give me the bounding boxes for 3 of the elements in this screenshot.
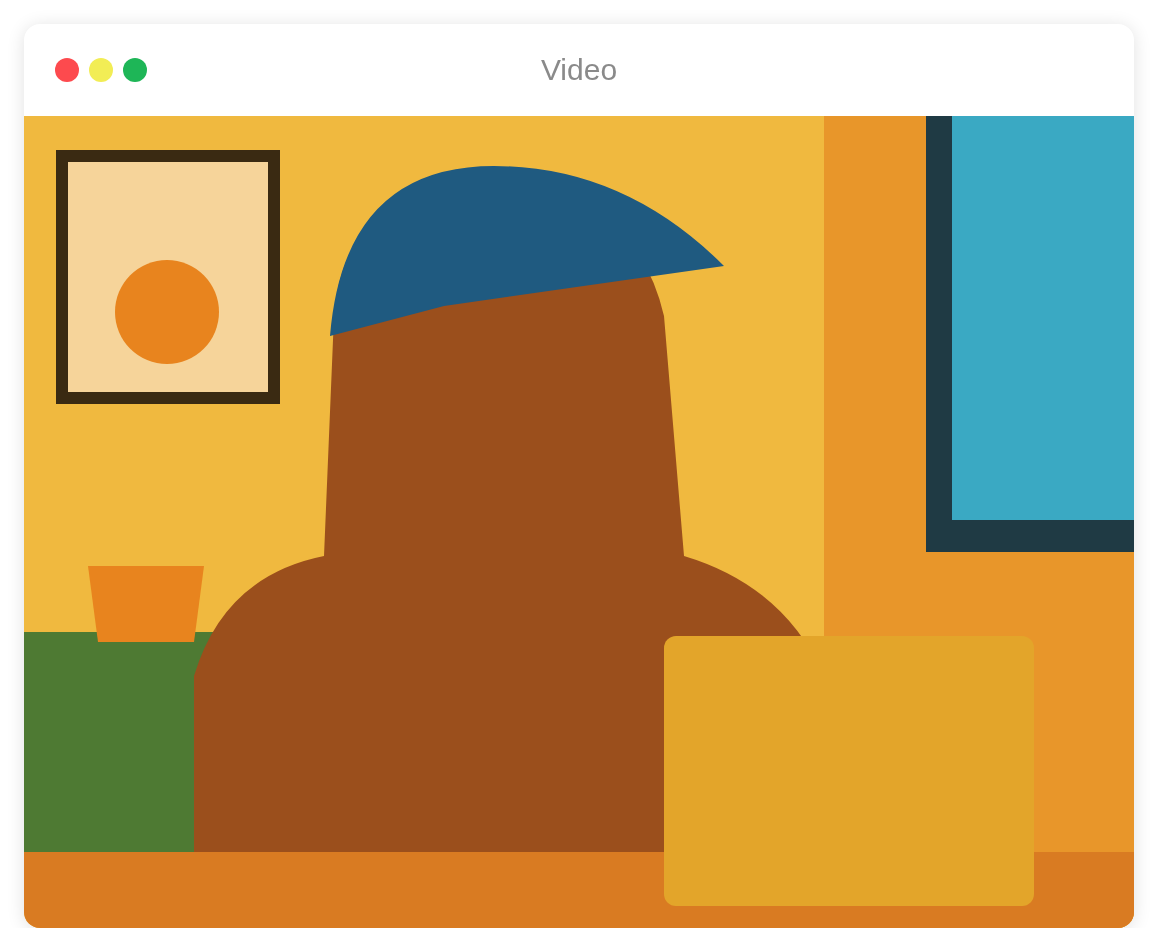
- close-button[interactable]: [55, 58, 79, 82]
- window-title: Video: [540, 53, 618, 87]
- maximize-button[interactable]: [123, 58, 147, 82]
